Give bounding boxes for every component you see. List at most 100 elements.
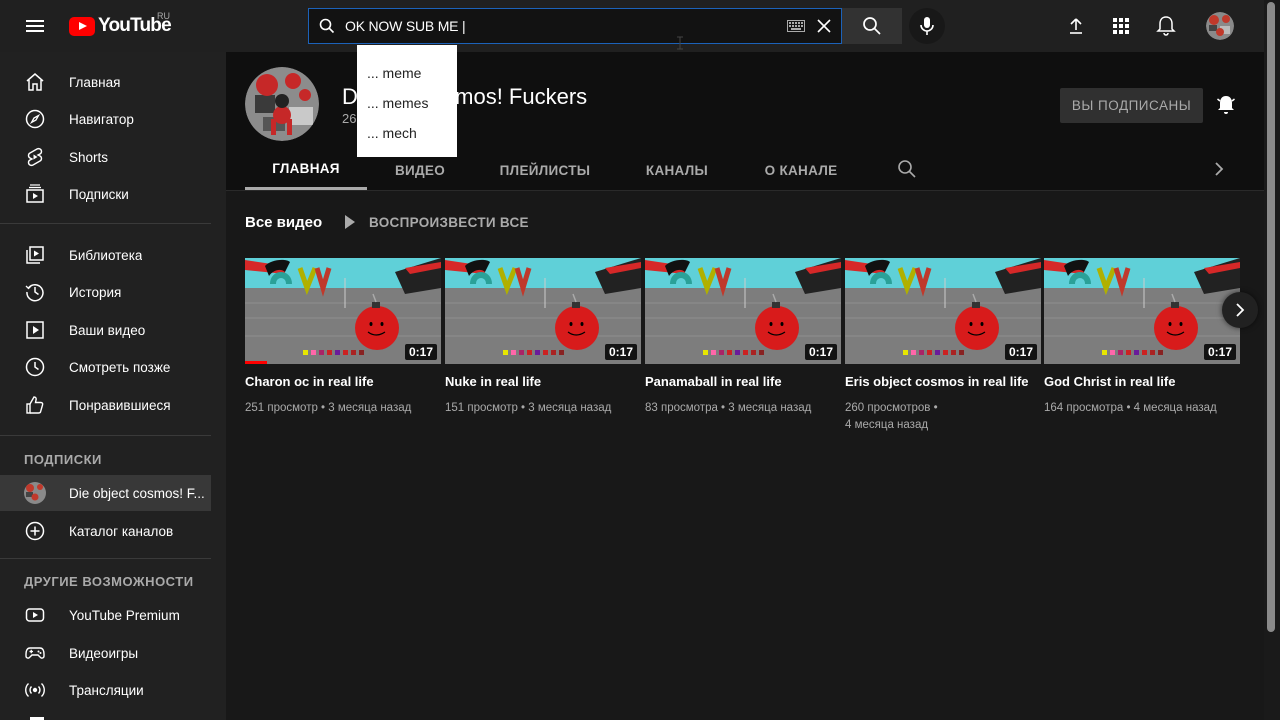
search-input[interactable]: OK NOW SUB ME | [345, 18, 785, 34]
sidebar-divider [0, 435, 211, 436]
sidebar-item-label: Главная [69, 74, 121, 90]
video-thumbnail[interactable]: 0:17 [1044, 258, 1240, 364]
sidebar-item-label: YouTube Premium [69, 607, 180, 623]
sidebar-item-label: Die object cosmos! F... [69, 485, 205, 501]
play-all-button[interactable]: ВОСПРОИЗВЕСТИ ВСЕ [343, 214, 529, 230]
keyboard-icon[interactable] [785, 9, 807, 43]
thumbs-up-icon [24, 394, 46, 416]
sidebar-item-your-videos[interactable]: Ваши видео [0, 312, 211, 348]
watch-later-icon [24, 356, 46, 378]
video-card[interactable]: 0:17 Nuke in real life 151 просмотр • 3 ме… [445, 258, 641, 417]
youtube-premium-icon [24, 604, 46, 626]
sidebar-item-subscriptions[interactable]: Подписки [0, 176, 211, 212]
search-suggestion[interactable]: ... mech [357, 118, 457, 148]
video-card[interactable]: 0:17 Panamaball in real life 83 просмотра … [645, 258, 841, 417]
search-icon [863, 17, 881, 35]
sidebar-item-watch-later[interactable]: Смотреть позже [0, 349, 211, 385]
video-views-age: 251 просмотр • 3 месяца назад [245, 402, 412, 414]
sidebar-item-browse-channels[interactable]: Каталог каналов [0, 513, 211, 549]
video-meta: 251 просмотр • 3 месяца назад [245, 400, 441, 417]
video-thumbnail[interactable]: 0:17 [445, 258, 641, 364]
video-title[interactable]: God Christ in real life [1044, 374, 1240, 390]
tab-about[interactable]: О КАНАЛЕ [745, 150, 857, 190]
search-suggestion[interactable]: ... meme [357, 58, 457, 88]
video-age: 4 месяца назад [845, 419, 929, 431]
video-title[interactable]: Nuke in real life [445, 374, 641, 390]
search-button[interactable] [842, 8, 902, 44]
video-title[interactable]: Eris object cosmos in real life [845, 374, 1041, 390]
search-icon [309, 9, 345, 43]
video-views-age: 83 просмотра • 3 месяца назад [645, 402, 812, 414]
tab-home[interactable]: ГЛАВНАЯ [245, 150, 367, 190]
search-suggestion[interactable]: ... memes [357, 88, 457, 118]
video-card[interactable]: 0:17 Charon oc in real life 251 просмотр •… [245, 258, 441, 417]
video-meta: 260 просмотров • 4 месяца назад [845, 400, 1041, 434]
youtube-logo-icon [69, 16, 95, 36]
youtube-logo[interactable]: YouTube RU [69, 11, 172, 37]
sidebar-item-label: Навигатор [69, 111, 134, 127]
your-videos-icon [24, 319, 46, 341]
watch-progress-bar [245, 361, 267, 364]
sidebar-item-history[interactable]: История [0, 274, 211, 310]
sidebar-item-label: Каталог каналов [69, 523, 174, 539]
sidebar-item-home[interactable]: Главная [0, 64, 211, 100]
clear-search-icon[interactable] [813, 9, 835, 43]
mic-icon [920, 17, 934, 35]
video-views-age: 164 просмотра • 4 месяца назад [1044, 402, 1217, 414]
scrollbar-thumb[interactable] [1267, 2, 1275, 632]
video-duration: 0:17 [1004, 344, 1037, 360]
video-title[interactable]: Charon oc in real life [245, 374, 441, 390]
video-duration: 0:17 [404, 344, 437, 360]
carousel-next-button[interactable] [1222, 292, 1258, 328]
play-all-label: ВОСПРОИЗВЕСТИ ВСЕ [369, 214, 529, 230]
sidebar-item-explore[interactable]: Навигатор [0, 101, 211, 137]
sidebar-item-liked[interactable]: Понравившиеся [0, 387, 211, 423]
video-thumbnail[interactable]: 0:17 [645, 258, 841, 364]
sidebar-item-gaming[interactable]: Видеоигры [0, 635, 211, 671]
video-title[interactable]: Panamaball in real life [645, 374, 841, 390]
sidebar-item-live[interactable]: Трансляции [0, 672, 211, 708]
page-scrollbar[interactable] [1264, 0, 1280, 720]
video-thumbnail[interactable]: 0:17 [245, 258, 441, 364]
video-thumbnail[interactable]: 0:17 [845, 258, 1041, 364]
subscribed-button[interactable]: ВЫ ПОДПИСАНЫ [1060, 88, 1203, 123]
video-views-age: 260 просмотров • [845, 402, 938, 414]
sidebar-item-label: Трансляции [69, 682, 144, 698]
sidebar-item-label: Понравившиеся [69, 397, 171, 413]
more-heading: ДРУГИЕ ВОЗМОЖНОСТИ [24, 574, 194, 589]
gaming-icon [24, 642, 46, 664]
mouse-cursor [676, 36, 684, 50]
sidebar-item-shorts[interactable]: Shorts [0, 139, 211, 175]
notifications-bell-icon[interactable] [1154, 14, 1178, 38]
live-icon [24, 679, 46, 701]
video-card[interactable]: 0:17 God Christ in real life 164 просмотра… [1044, 258, 1240, 417]
tabs-chevron-right-icon[interactable] [1209, 159, 1231, 181]
sidebar-item-youtube-premium[interactable]: YouTube Premium [0, 597, 211, 633]
sidebar-item-channel[interactable]: Die object cosmos! F... [0, 475, 211, 511]
video-duration: 0:17 [804, 344, 837, 360]
chevron-right-icon [1236, 303, 1245, 317]
sidebar-item-library[interactable]: Библиотека [0, 237, 211, 273]
apps-icon[interactable] [1109, 14, 1133, 38]
video-card[interactable]: 0:17 Eris object cosmos in real life 260 п… [845, 258, 1041, 434]
voice-search-button[interactable] [909, 8, 945, 44]
sidebar-item-label: Shorts [69, 149, 109, 165]
sidebar-item-label: Подписки [69, 186, 129, 202]
channel-avatar[interactable] [245, 67, 319, 141]
channel-search-icon[interactable] [897, 159, 919, 181]
upload-icon[interactable] [1064, 14, 1088, 38]
menu-icon[interactable] [24, 15, 46, 37]
explore-icon [24, 108, 46, 130]
sidebar-item-label: Смотреть позже [69, 359, 171, 375]
tab-channels[interactable]: КАНАЛЫ [625, 150, 729, 190]
sidebar-item-label: История [69, 284, 122, 300]
channel-notifications-bell-icon[interactable] [1214, 93, 1238, 117]
history-icon [24, 281, 46, 303]
user-avatar[interactable] [1206, 12, 1234, 40]
subscriptions-icon [24, 183, 46, 205]
sidebar-item-label: Библиотека [69, 247, 143, 263]
tab-playlists[interactable]: ПЛЕЙЛИСТЫ [483, 150, 607, 190]
video-views-age: 151 просмотр • 3 месяца назад [445, 402, 612, 414]
subscriptions-heading: ПОДПИСКИ [24, 452, 102, 467]
search-box[interactable]: OK NOW SUB ME | [308, 8, 842, 44]
